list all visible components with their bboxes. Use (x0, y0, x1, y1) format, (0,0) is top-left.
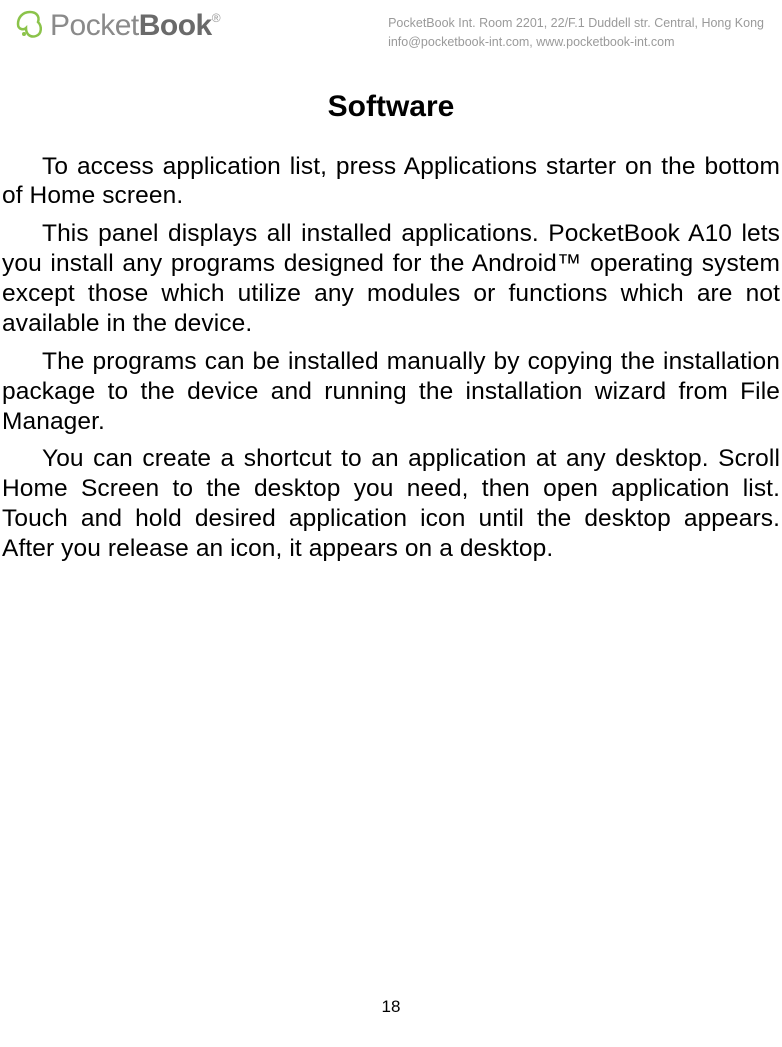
logo-text: PocketBook® (50, 9, 220, 43)
paragraph-2: This panel displays all installed applic… (2, 219, 780, 339)
page-content: Software To access application list, pre… (0, 90, 782, 564)
address-line-2: info@pocketbook-int.com, www.pocketbook-… (388, 33, 764, 52)
logo-icon (12, 8, 48, 44)
page-number: 18 (0, 997, 782, 1017)
page-header: PocketBook® PocketBook Int. Room 2201, 2… (0, 0, 782, 52)
company-address: PocketBook Int. Room 2201, 22/F.1 Duddel… (388, 8, 770, 52)
page-title: Software (2, 90, 780, 124)
logo-registered-mark: ® (212, 11, 220, 25)
paragraph-4: You can create a shortcut to an applicat… (2, 444, 780, 564)
address-line-1: PocketBook Int. Room 2201, 22/F.1 Duddel… (388, 14, 764, 33)
paragraph-3: The programs can be installed manually b… (2, 347, 780, 437)
paragraph-1: To access application list, press Applic… (2, 152, 780, 212)
logo-word-book: Book (139, 9, 212, 42)
logo: PocketBook® (12, 8, 220, 44)
logo-word-pocket: Pocket (50, 9, 139, 42)
